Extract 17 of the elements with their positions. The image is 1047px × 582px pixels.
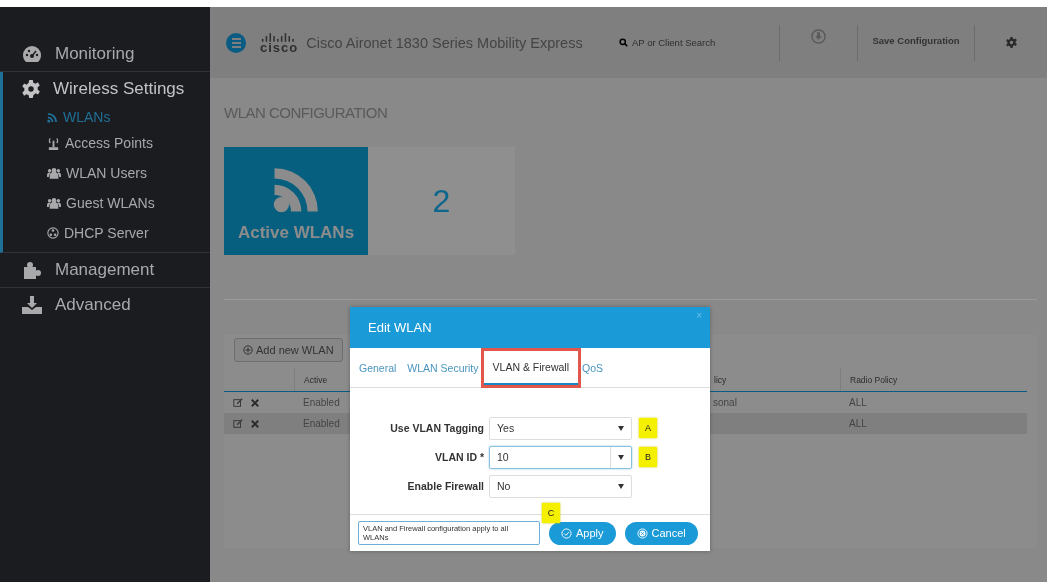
dialog-title: Edit WLAN [368, 320, 432, 335]
table-cell-text: ALL [848, 396, 868, 410]
field-label: VLAN ID * [434, 451, 485, 463]
table-cell-text: ALL [848, 417, 868, 431]
table-cell-text: sonal [712, 396, 738, 410]
app-title: Cisco Aironet 1830 Series Mobility Express [306, 34, 583, 51]
table-cell-text: Enabled [302, 396, 339, 410]
callout-marker: A [639, 418, 657, 438]
column-header: Radio Policy [840, 368, 1027, 391]
callout-marker: B [639, 447, 657, 467]
field-label: Enable Firewall [406, 480, 485, 492]
callout-marker: C [542, 503, 560, 523]
column-header: Active [294, 368, 339, 391]
field-label: Use VLAN Tagging [389, 422, 485, 434]
logo-text: cisco [260, 41, 299, 54]
table-cell-text: Enabled [302, 417, 339, 431]
wlan-count: 2 [432, 182, 451, 220]
